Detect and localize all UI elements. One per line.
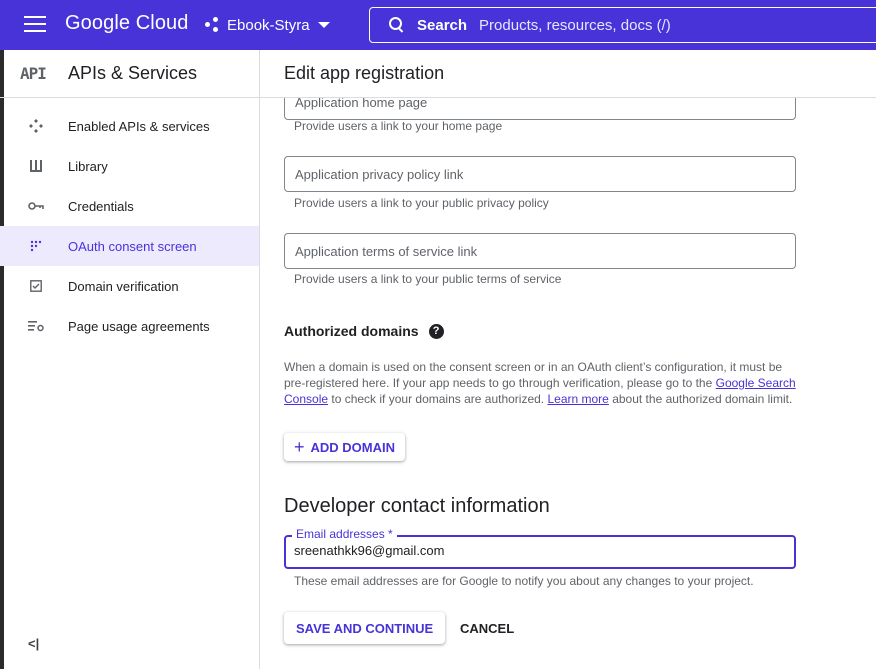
- email-field-label: Email addresses *: [292, 527, 397, 541]
- email-field[interactable]: Email addresses *: [284, 527, 796, 569]
- save-and-continue-button[interactable]: SAVE AND CONTINUE: [284, 612, 446, 644]
- cancel-button[interactable]: CANCEL: [452, 612, 522, 644]
- search-bar[interactable]: Search Products, resources, docs (/): [369, 7, 876, 43]
- chevron-down-icon: [317, 22, 330, 28]
- authorized-domains-title: Authorized domains: [284, 323, 419, 339]
- sidebar-nav: Enabled APIs & services Library Credenti…: [0, 106, 259, 346]
- google-cloud-logo[interactable]: Google Cloud: [65, 12, 189, 35]
- email-input[interactable]: [294, 543, 774, 558]
- hamburger-menu-icon[interactable]: [24, 16, 46, 34]
- authorized-domains-heading: Authorized domains ?: [284, 323, 444, 339]
- sidebar-item-domain-verification[interactable]: Domain verification: [0, 266, 259, 306]
- search-icon: [389, 17, 405, 33]
- sidebar-item-oauth-consent[interactable]: OAuth consent screen: [0, 226, 259, 266]
- sidebar-item-label: Enabled APIs & services: [68, 118, 210, 134]
- sidebar-item-label: OAuth consent screen: [68, 238, 197, 254]
- api-icon: API: [20, 64, 47, 83]
- home-page-hint: Provide users a link to your home page: [294, 119, 503, 133]
- add-domain-label: ADD DOMAIN: [310, 439, 396, 455]
- sidebar-item-label: Page usage agreements: [68, 318, 210, 334]
- apis-icon: [28, 118, 44, 134]
- page-title: Edit app registration: [284, 63, 445, 83]
- consent-icon: [28, 238, 44, 254]
- project-selector[interactable]: Ebook-Styra: [205, 12, 330, 38]
- collapse-sidebar-icon[interactable]: <|: [28, 636, 39, 651]
- sidebar-item-label: Domain verification: [68, 278, 179, 294]
- home-page-field[interactable]: Application home page: [284, 98, 796, 120]
- key-icon: [28, 198, 44, 214]
- sidebar-item-library[interactable]: Library: [0, 146, 259, 186]
- project-name: Ebook-Styra: [227, 16, 310, 34]
- plus-icon: +: [294, 437, 305, 457]
- description-text: about the authorized domain limit.: [608, 392, 793, 406]
- page-header: Edit app registration: [260, 50, 876, 98]
- description-text: to check if your domains are authorized.: [328, 392, 548, 406]
- terms-of-service-field[interactable]: Application terms of service link: [284, 233, 796, 269]
- help-icon[interactable]: ?: [428, 323, 444, 339]
- sidebar-title: APIs & Services: [68, 63, 198, 83]
- email-hint: These email addresses are for Google to …: [294, 574, 754, 588]
- learn-more-link[interactable]: Learn more: [547, 392, 608, 406]
- sidebar-header: API APIs & Services: [0, 50, 259, 98]
- project-icon: [205, 17, 221, 33]
- sidebar-item-page-usage[interactable]: Page usage agreements: [0, 306, 259, 346]
- description-text: When a domain is used on the consent scr…: [284, 360, 783, 390]
- sidebar: API APIs & Services Enabled APIs & servi…: [0, 50, 260, 669]
- privacy-policy-field[interactable]: Application privacy policy link: [284, 156, 796, 192]
- search-label: Search: [417, 16, 468, 34]
- sidebar-item-enabled-apis[interactable]: Enabled APIs & services: [0, 106, 259, 146]
- add-domain-button[interactable]: + ADD DOMAIN: [284, 433, 406, 461]
- form-content: Application home page Provide users a li…: [260, 98, 876, 669]
- developer-contact-heading: Developer contact information: [284, 495, 550, 517]
- sidebar-item-label: Library: [68, 158, 108, 174]
- sidebar-item-label: Credentials: [68, 198, 134, 214]
- settings-list-icon: [28, 318, 44, 334]
- search-placeholder: Products, resources, docs (/): [479, 16, 671, 34]
- privacy-policy-hint: Provide users a link to your public priv…: [294, 196, 549, 210]
- sidebar-item-credentials[interactable]: Credentials: [0, 186, 259, 226]
- authorized-domains-description: When a domain is used on the consent scr…: [284, 359, 804, 407]
- checkbox-icon: [28, 278, 44, 294]
- terms-of-service-hint: Provide users a link to your public term…: [294, 272, 562, 286]
- library-icon: [28, 158, 44, 174]
- top-app-bar: Google Cloud Ebook-Styra Search Products…: [0, 0, 876, 50]
